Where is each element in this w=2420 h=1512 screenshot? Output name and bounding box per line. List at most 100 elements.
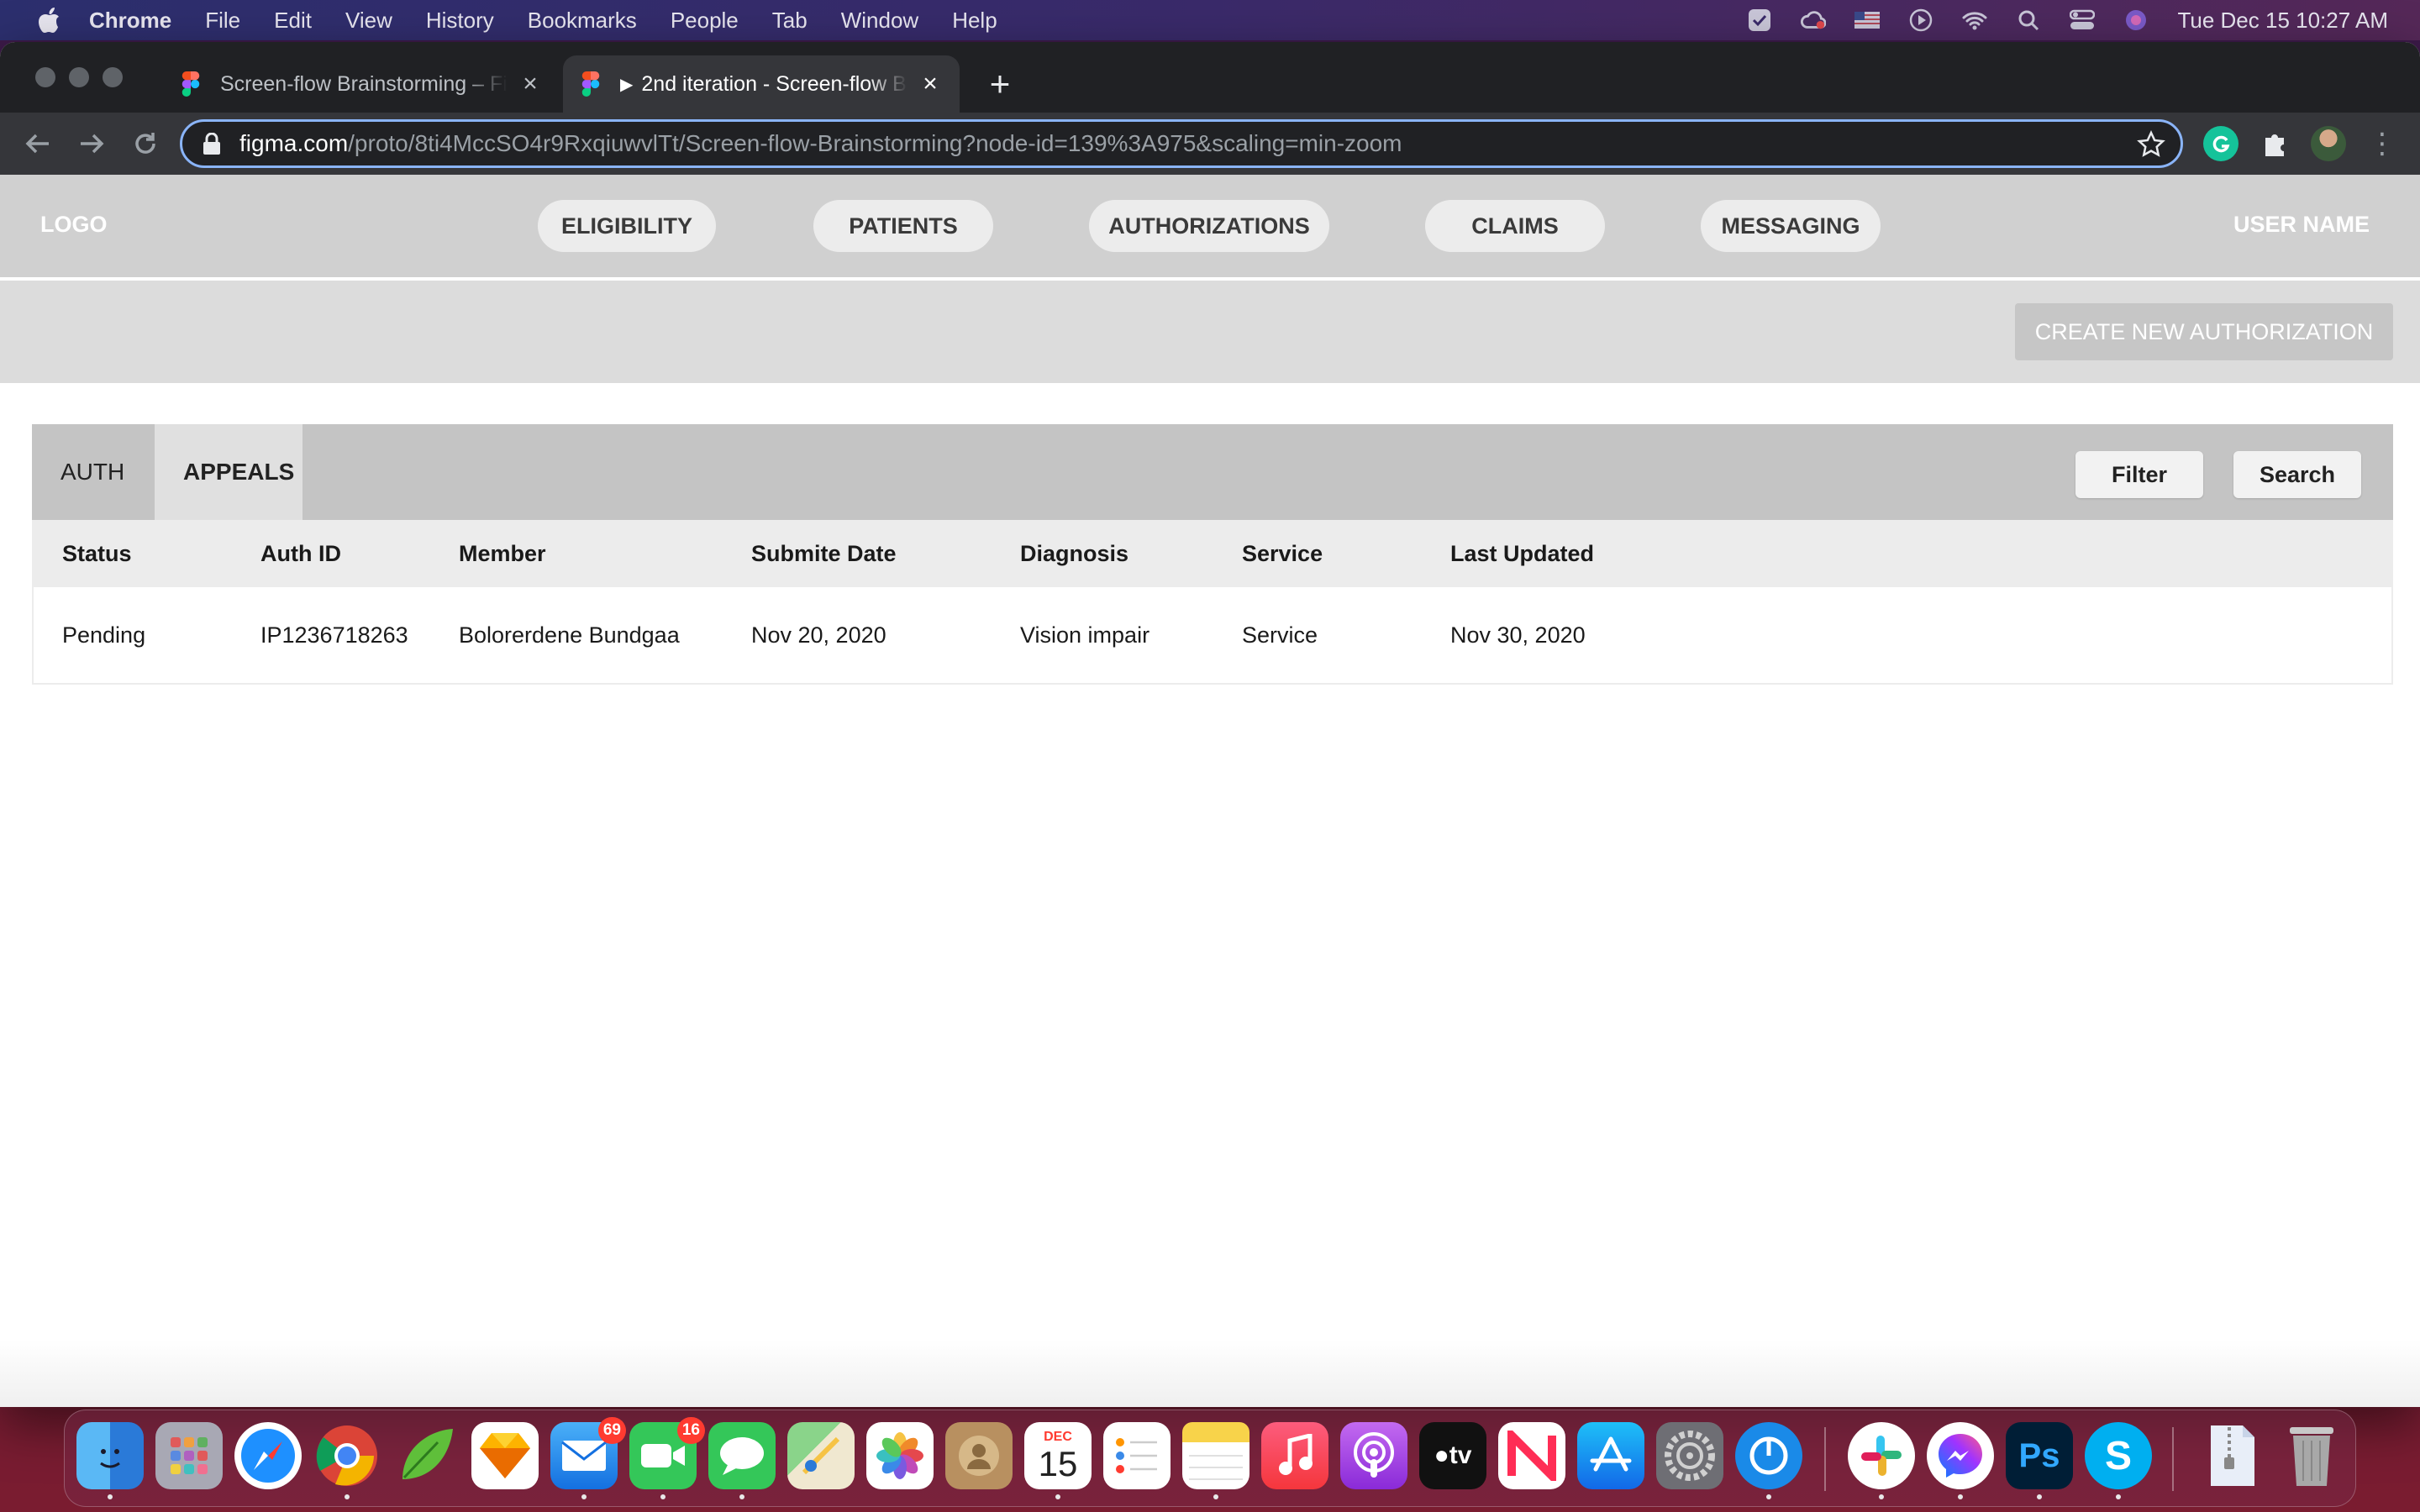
nav-authorizations[interactable]: AUTHORIZATIONS: [1089, 200, 1329, 252]
menu-history[interactable]: History: [426, 8, 494, 34]
more-vertical-icon[interactable]: ⋮: [2365, 126, 2400, 161]
column-header-member[interactable]: Member: [459, 520, 546, 587]
launchpad-icon[interactable]: [155, 1422, 223, 1489]
column-header-status[interactable]: Status: [62, 520, 132, 587]
evernote-icon[interactable]: [392, 1422, 460, 1489]
safari-icon[interactable]: [234, 1422, 302, 1489]
menu-tab[interactable]: Tab: [772, 8, 808, 34]
power-timer-icon[interactable]: [1735, 1422, 1802, 1489]
cell-service: Service: [1242, 622, 1318, 648]
mail-icon[interactable]: 69: [550, 1417, 626, 1489]
appeals-table: Status Auth ID Member Submite Date Diagn…: [32, 520, 2393, 685]
news-icon[interactable]: [1498, 1422, 1565, 1489]
extensions-puzzle-icon[interactable]: [2257, 126, 2292, 161]
menu-help[interactable]: Help: [952, 8, 997, 34]
filter-button[interactable]: Filter: [2075, 451, 2203, 498]
column-header-service[interactable]: Service: [1242, 520, 1323, 587]
dock-separator: [1824, 1427, 1826, 1491]
calendar-month: DEC: [1044, 1430, 1072, 1444]
checkbox-status-icon[interactable]: [1747, 8, 1772, 33]
create-new-authorization-button[interactable]: CREATE NEW AUTHORIZATION: [2015, 303, 2393, 360]
notes-icon[interactable]: [1182, 1422, 1249, 1489]
forward-arrow-icon[interactable]: [72, 124, 111, 163]
running-indicator: [1879, 1494, 1884, 1499]
window-controls: [35, 67, 123, 87]
us-flag-icon[interactable]: [1854, 8, 1881, 33]
photoshop-icon[interactable]: Ps: [2006, 1422, 2073, 1489]
messages-icon[interactable]: [708, 1422, 776, 1489]
control-center-icon[interactable]: [2070, 8, 2096, 33]
nav-claims[interactable]: CLAIMS: [1425, 200, 1605, 252]
column-header-auth-id[interactable]: Auth ID: [260, 520, 341, 587]
contacts-icon[interactable]: [945, 1422, 1013, 1489]
tab-strip: Screen-flow Brainstorming – Figma × ▶ 2n…: [0, 42, 2420, 113]
nav-eligibility[interactable]: ELIGIBILITY: [538, 200, 716, 252]
browser-tab-active[interactable]: ▶ 2nd iteration - Screen-flow Brainstorm…: [563, 55, 960, 113]
browser-tab-inactive[interactable]: Screen-flow Brainstorming – Figma ×: [163, 55, 560, 113]
menu-clock[interactable]: Tue Dec 15 10:27 AM: [2177, 8, 2388, 34]
running-indicator: [2037, 1494, 2042, 1499]
facetime-icon[interactable]: 16: [629, 1417, 705, 1489]
new-tab-button[interactable]: +: [981, 62, 1018, 106]
maps-icon[interactable]: [787, 1422, 855, 1489]
action-bar: CREATE NEW AUTHORIZATION: [0, 281, 2420, 383]
profile-avatar[interactable]: [2311, 126, 2346, 161]
zoom-window-button[interactable]: [103, 67, 123, 87]
search-button[interactable]: Search: [2233, 451, 2361, 498]
reminders-icon[interactable]: [1103, 1422, 1171, 1489]
finder-icon[interactable]: [76, 1422, 144, 1489]
column-header-diagnosis[interactable]: Diagnosis: [1020, 520, 1128, 587]
music-icon[interactable]: [1261, 1422, 1328, 1489]
podcasts-icon[interactable]: [1340, 1422, 1407, 1489]
cell-auth-id: IP1236718263: [260, 622, 408, 648]
grammarly-icon[interactable]: [2203, 126, 2238, 161]
tab-close-icon[interactable]: ×: [918, 70, 943, 97]
lock-icon[interactable]: [203, 133, 221, 155]
spotlight-search-icon[interactable]: [2016, 8, 2041, 33]
minimize-window-button[interactable]: [69, 67, 89, 87]
table-row[interactable]: Pending IP1236718263 Bolorerdene Bundgaa…: [34, 587, 2391, 683]
reload-icon[interactable]: [126, 124, 165, 163]
column-header-last-updated[interactable]: Last Updated: [1450, 520, 1594, 587]
cell-member: Bolorerdene Bundgaa: [459, 622, 680, 648]
archive-zip-icon[interactable]: [2199, 1422, 2266, 1489]
menu-people[interactable]: People: [671, 8, 739, 34]
app-store-icon[interactable]: [1577, 1422, 1644, 1489]
tv-label: tv: [1449, 1441, 1472, 1469]
nav-messaging[interactable]: MESSAGING: [1701, 200, 1881, 252]
menu-view[interactable]: View: [345, 8, 392, 34]
chrome-icon[interactable]: [313, 1422, 381, 1489]
address-bar[interactable]: figma.com/proto/8ti4MccSO4r9RxqiuwvlTt/S…: [180, 119, 2183, 168]
siri-icon[interactable]: [2123, 8, 2149, 33]
cell-diagnosis: Vision impair: [1020, 622, 1150, 648]
messenger-icon[interactable]: [1927, 1422, 1994, 1489]
menu-bookmarks[interactable]: Bookmarks: [528, 8, 637, 34]
system-preferences-icon[interactable]: [1656, 1422, 1723, 1489]
running-indicator: [739, 1494, 744, 1499]
calendar-icon[interactable]: DEC 15: [1024, 1422, 1092, 1489]
bookmark-star-icon[interactable]: [2137, 130, 2165, 159]
play-circle-icon[interactable]: [1908, 8, 1933, 33]
photos-icon[interactable]: [866, 1422, 934, 1489]
tab-close-icon[interactable]: ×: [518, 70, 543, 97]
menu-file[interactable]: File: [205, 8, 240, 34]
nav-patients[interactable]: PATIENTS: [813, 200, 993, 252]
app-logo[interactable]: LOGO: [40, 212, 108, 238]
close-window-button[interactable]: [35, 67, 55, 87]
apple-tv-icon[interactable]: ● tv: [1419, 1422, 1486, 1489]
tab-auth[interactable]: AUTH: [32, 424, 155, 520]
trash-icon[interactable]: [2278, 1422, 2345, 1489]
back-arrow-icon[interactable]: [18, 124, 57, 163]
creative-cloud-icon[interactable]: [1801, 8, 1827, 33]
column-header-submit-date[interactable]: Submite Date: [751, 520, 897, 587]
slack-icon[interactable]: [1848, 1422, 1915, 1489]
menu-app-name[interactable]: Chrome: [89, 8, 171, 34]
wifi-icon[interactable]: [1962, 8, 1987, 33]
apple-icon[interactable]: [34, 5, 64, 35]
skype-icon[interactable]: S: [2085, 1422, 2152, 1489]
sketch-icon[interactable]: [471, 1422, 539, 1489]
tab-appeals[interactable]: APPEALS: [155, 424, 302, 520]
menu-window[interactable]: Window: [841, 8, 918, 34]
user-name[interactable]: USER NAME: [2233, 212, 2370, 238]
menu-edit[interactable]: Edit: [274, 8, 312, 34]
